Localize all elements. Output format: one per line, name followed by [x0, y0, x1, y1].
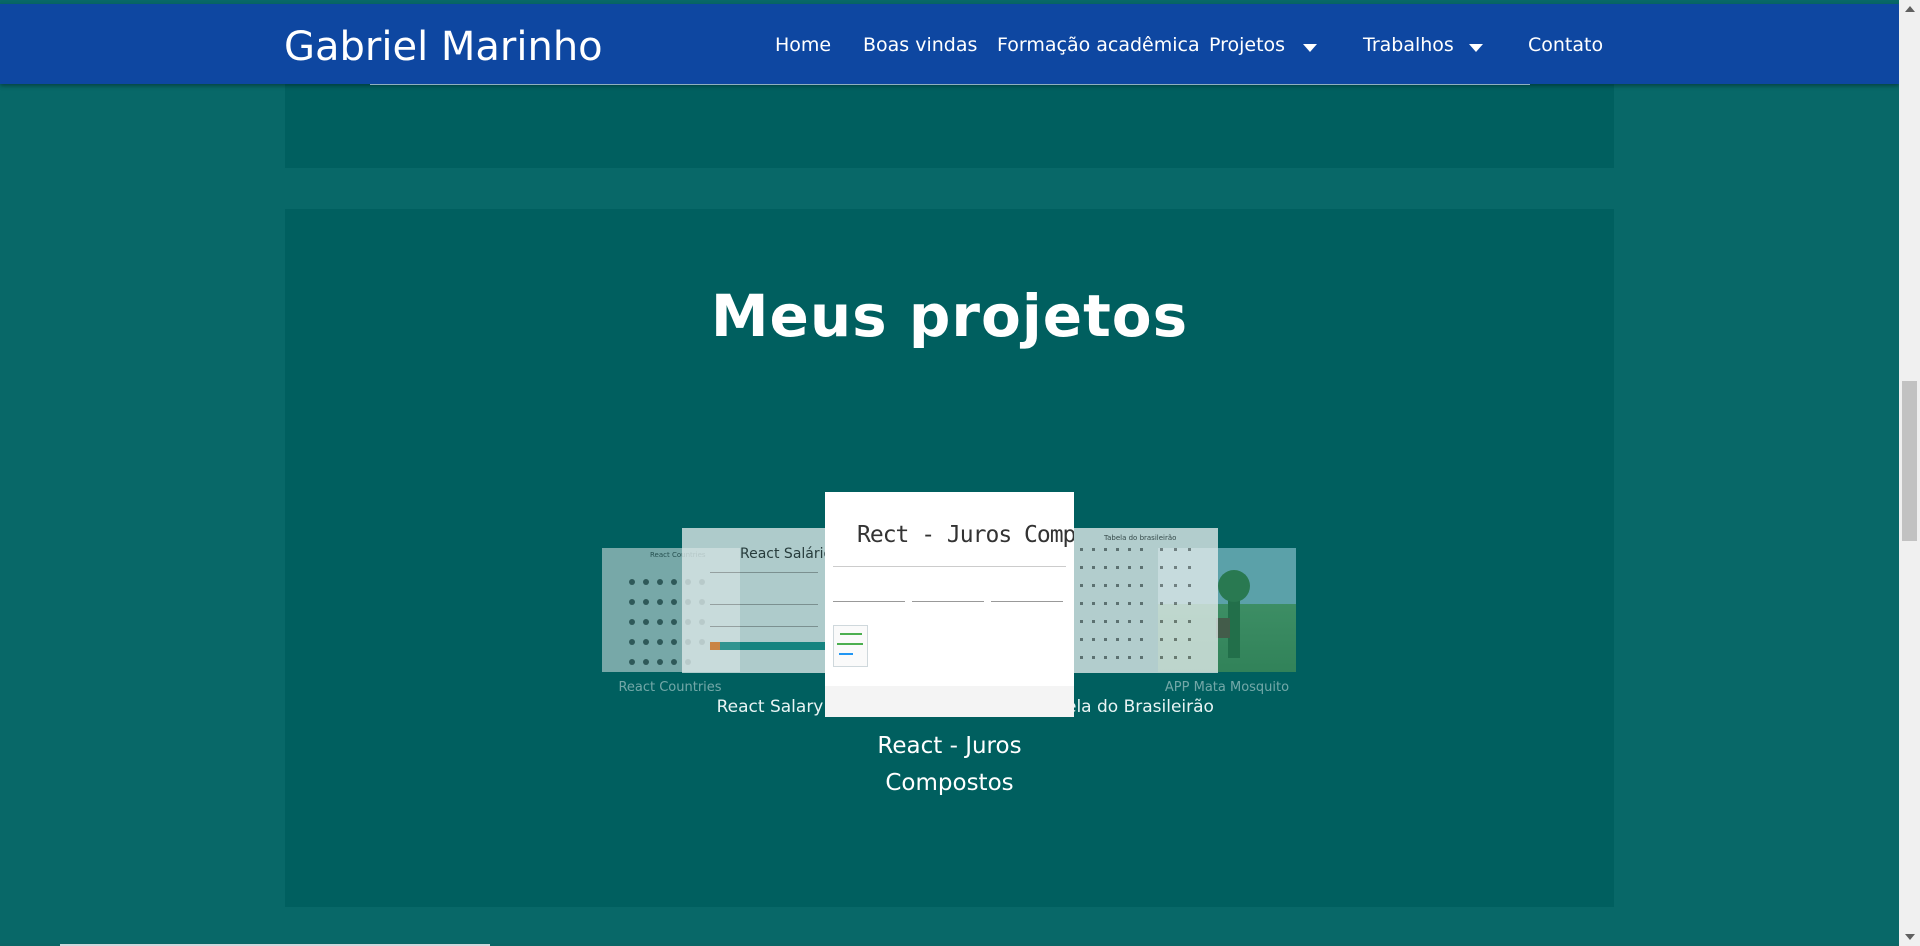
juros-compostos-screenshot: Rect - Juros Compostos [825, 492, 1074, 686]
projetos-dropdown-caret-icon[interactable] [1303, 44, 1317, 52]
table-grid-icon [1080, 548, 1191, 659]
nav-home[interactable]: Home [775, 34, 831, 56]
tabela-brasileirao-screenshot: Tabela do brasileirão [1074, 528, 1218, 673]
react-salary-screenshot: React Salário [682, 528, 826, 673]
nav-trabalhos[interactable]: Trabalhos [1363, 34, 1454, 56]
project-label-mata-mosquito[interactable]: APP Mata Mosquito [1158, 680, 1296, 695]
project-label-react-countries[interactable]: React Countries [600, 680, 740, 695]
project-label-react-salary[interactable]: React Salary [700, 697, 840, 717]
nav-projetos[interactable]: Projetos [1209, 34, 1285, 56]
trabalhos-dropdown-caret-icon[interactable] [1469, 44, 1483, 52]
nav-divider [370, 84, 1530, 85]
react-salary-screenshot-title: React Salário [740, 546, 826, 562]
project-label-tabela-brasileirao[interactable]: ela do Brasileirão [1066, 697, 1216, 717]
project-label-juros-compostos-line2[interactable]: Compostos [825, 770, 1074, 796]
page: Meus projetos React Countries React Coun… [0, 0, 1899, 946]
project-card-react-salary[interactable]: React Salário [682, 528, 826, 673]
salary-progress-bar [710, 642, 826, 650]
project-label-juros-compostos-line1[interactable]: React - Juros [825, 733, 1074, 759]
project-card-tabela-brasileirao[interactable]: Tabela do brasileirão [1074, 528, 1218, 673]
project-card-juros-compostos[interactable]: Rect - Juros Compostos [825, 492, 1074, 717]
navbar: Gabriel Marinho Home Boas vindas Formaçã… [0, 4, 1899, 84]
brand-link[interactable]: Gabriel Marinho [284, 24, 603, 70]
result-box [833, 625, 868, 667]
nav-formacao-academica[interactable]: Formação acadêmica [997, 34, 1200, 56]
juros-compostos-screenshot-title: Rect - Juros Compostos [857, 522, 1074, 548]
scroll-down-arrow-icon[interactable] [1905, 934, 1915, 940]
scroll-up-arrow-icon[interactable] [1905, 6, 1915, 12]
nav-contato[interactable]: Contato [1528, 34, 1603, 56]
scrollbar-thumb[interactable] [1902, 381, 1917, 541]
vertical-scrollbar[interactable] [1899, 0, 1920, 946]
previous-section [285, 84, 1614, 168]
projects-title: Meus projetos [710, 282, 1189, 350]
nav-boas-vindas[interactable]: Boas vindas [863, 34, 977, 56]
